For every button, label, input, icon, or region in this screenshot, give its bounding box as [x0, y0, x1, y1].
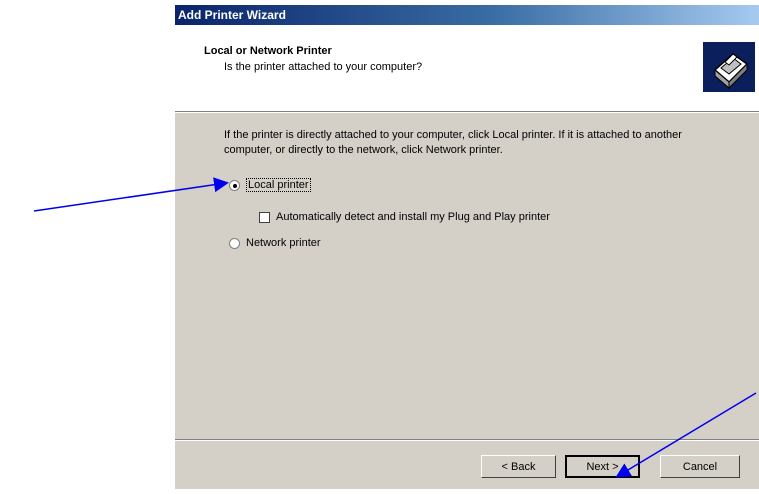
printer-icon — [703, 42, 755, 92]
add-printer-wizard-window: Add Printer Wizard Local or Network Prin… — [175, 5, 759, 489]
checkbox-unchecked-icon[interactable] — [259, 211, 270, 223]
auto-detect-checkbox[interactable]: Automatically detect and install my Plug… — [259, 211, 550, 223]
page-title: Local or Network Printer — [204, 45, 332, 57]
back-button[interactable]: < Back — [481, 455, 556, 478]
network-printer-radio[interactable]: Network printer — [229, 237, 321, 249]
footer-separator — [175, 439, 759, 441]
window-titlebar[interactable]: Add Printer Wizard — [175, 5, 759, 25]
instruction-text: If the printer is directly attached to y… — [224, 129, 682, 156]
next-button[interactable]: Next > — [565, 455, 640, 478]
header-separator — [175, 111, 759, 113]
auto-detect-label[interactable]: Automatically detect and install my Plug… — [276, 211, 550, 223]
local-printer-label[interactable]: Local printer — [246, 178, 311, 192]
window-title: Add Printer Wizard — [178, 8, 286, 22]
local-printer-radio[interactable]: Local printer — [229, 178, 311, 192]
page-subtitle: Is the printer attached to your computer… — [224, 61, 423, 73]
cancel-button[interactable]: Cancel — [660, 455, 740, 478]
wizard-header: Local or Network Printer Is the printer … — [175, 25, 759, 111]
network-printer-label[interactable]: Network printer — [246, 237, 321, 249]
radio-unselected-icon[interactable] — [229, 237, 240, 249]
radio-selected-icon[interactable] — [229, 179, 240, 191]
